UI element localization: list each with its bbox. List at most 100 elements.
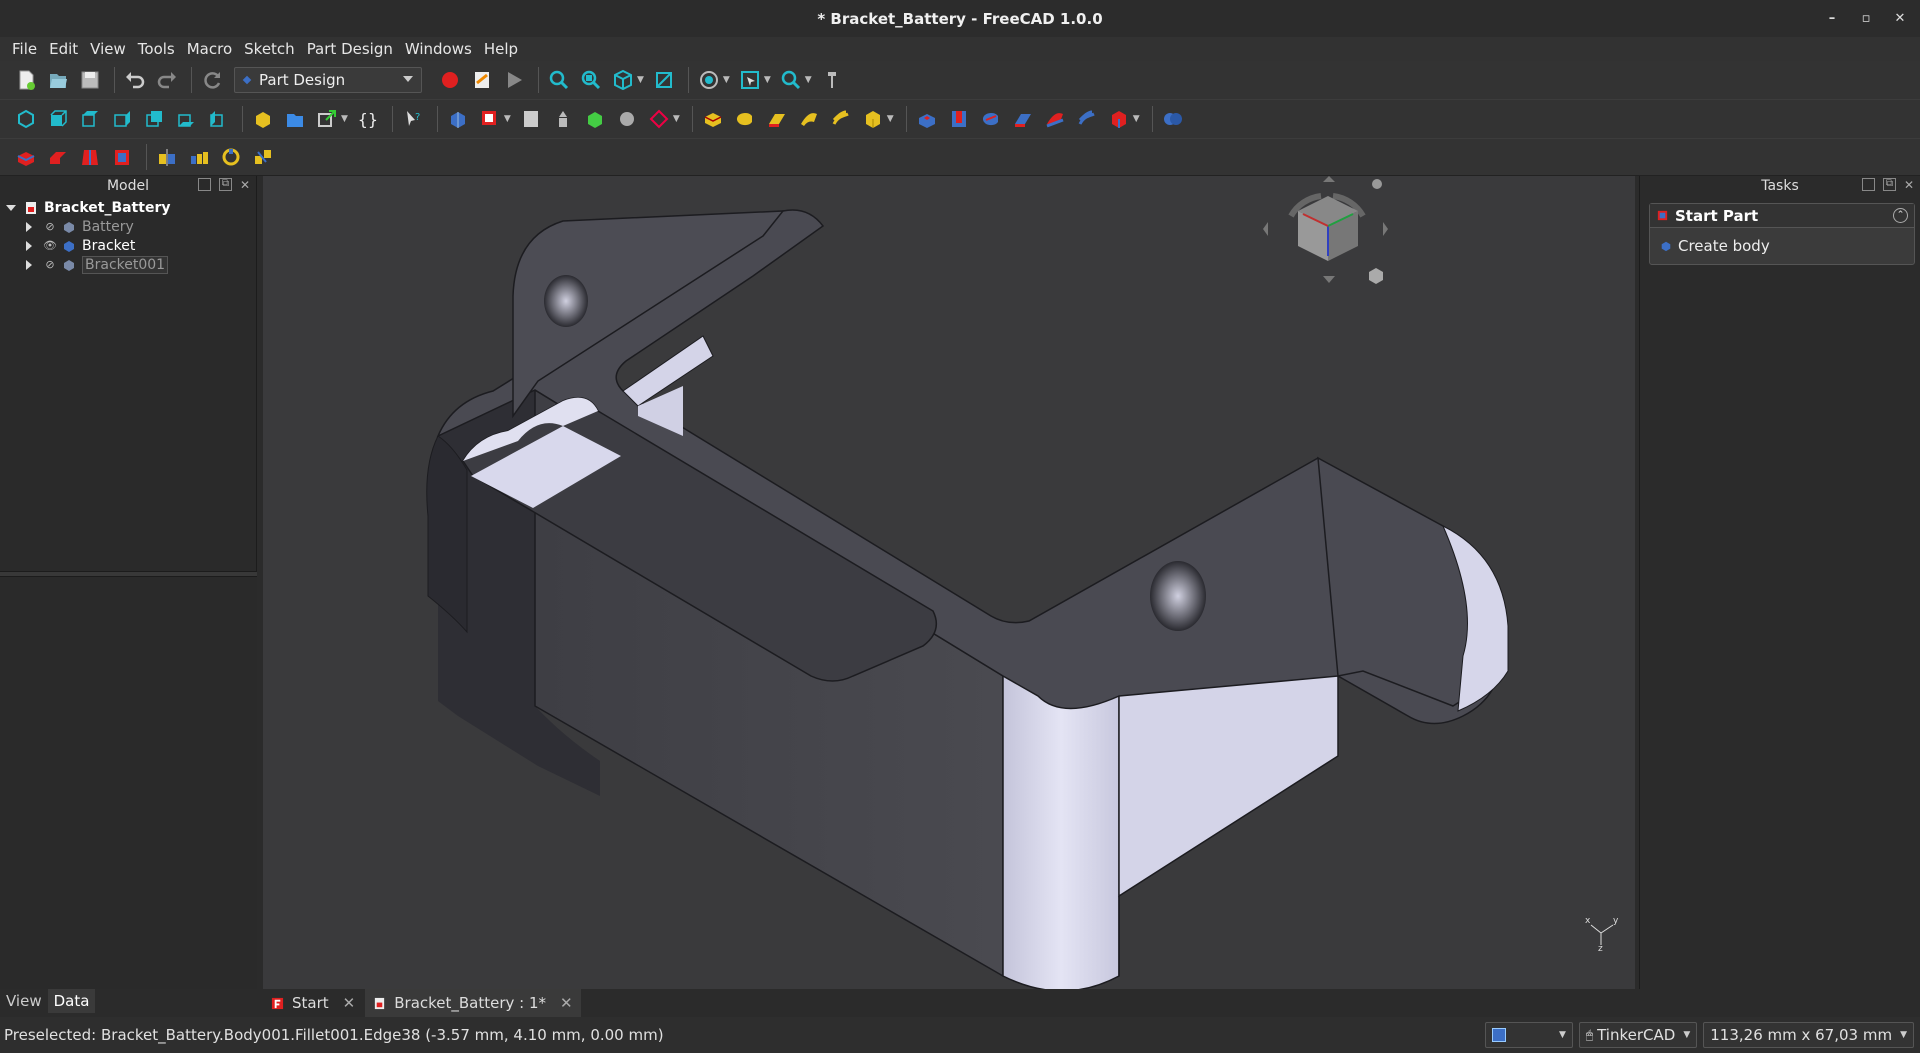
undo-icon[interactable] bbox=[121, 66, 149, 94]
collapse-icon[interactable]: ⌃ bbox=[1893, 208, 1908, 223]
whats-this-icon[interactable]: ? bbox=[399, 105, 427, 133]
menu-windows[interactable]: Windows bbox=[399, 37, 478, 61]
menu-macro[interactable]: Macro bbox=[181, 37, 238, 61]
thickness-icon[interactable] bbox=[108, 143, 136, 171]
validate-sketch-icon[interactable] bbox=[517, 105, 545, 133]
pad-icon[interactable] bbox=[699, 105, 727, 133]
redo-icon[interactable] bbox=[153, 66, 181, 94]
minimize-button[interactable]: – bbox=[1822, 8, 1842, 28]
menu-part-design[interactable]: Part Design bbox=[301, 37, 399, 61]
groove-icon[interactable] bbox=[977, 105, 1005, 133]
subtractive-helix-icon[interactable] bbox=[1073, 105, 1101, 133]
polar-pattern-icon[interactable] bbox=[217, 143, 245, 171]
3d-viewport[interactable]: x y z bbox=[263, 176, 1635, 989]
chevron-down-icon[interactable]: ▼ bbox=[723, 75, 730, 85]
maximize-button[interactable]: ▫ bbox=[1856, 8, 1876, 28]
draw-style-icon[interactable] bbox=[695, 66, 723, 94]
tab-view[interactable]: View bbox=[0, 989, 48, 1013]
chevron-down-icon[interactable]: ▼ bbox=[673, 114, 680, 124]
refresh-icon[interactable] bbox=[198, 66, 226, 94]
save-icon[interactable] bbox=[76, 66, 104, 94]
dock-toggle-icon[interactable] bbox=[1861, 178, 1875, 191]
expand-arrow-icon[interactable] bbox=[26, 221, 32, 232]
close-icon[interactable]: ✕ bbox=[240, 178, 250, 192]
create-sketch-icon[interactable] bbox=[476, 105, 504, 133]
datum-plane-icon[interactable] bbox=[645, 105, 673, 133]
additive-primitive-icon[interactable] bbox=[859, 105, 887, 133]
hole-icon[interactable] bbox=[945, 105, 973, 133]
close-button[interactable]: ✕ bbox=[1890, 8, 1910, 28]
boolean-icon[interactable] bbox=[1159, 105, 1187, 133]
bracket-model[interactable] bbox=[263, 176, 1635, 989]
close-icon[interactable]: ✕ bbox=[560, 994, 573, 1012]
subshape-binder-icon[interactable] bbox=[581, 105, 609, 133]
view-bottom-icon[interactable] bbox=[172, 105, 200, 133]
visibility-hidden-icon[interactable]: ⊘ bbox=[42, 258, 58, 271]
chevron-down-icon[interactable]: ▼ bbox=[637, 75, 644, 85]
draft-icon[interactable] bbox=[76, 143, 104, 171]
float-icon[interactable]: ⧉ bbox=[218, 178, 232, 191]
fit-all-icon[interactable] bbox=[545, 66, 573, 94]
float-icon[interactable]: ⧉ bbox=[1882, 178, 1896, 191]
menu-sketch[interactable]: Sketch bbox=[238, 37, 301, 61]
visibility-icon[interactable]: 👁 bbox=[42, 239, 58, 252]
view-left-icon[interactable] bbox=[204, 105, 232, 133]
visibility-hidden-icon[interactable]: ⊘ bbox=[42, 220, 58, 233]
record-macro-icon[interactable] bbox=[436, 66, 464, 94]
tab-bracket-battery[interactable]: Bracket_Battery : 1* ✕ bbox=[365, 989, 581, 1017]
create-part-icon[interactable] bbox=[249, 105, 277, 133]
isometric-view-icon[interactable] bbox=[609, 66, 637, 94]
workbench-selector[interactable]: Part Design bbox=[234, 67, 422, 93]
zoom-icon[interactable] bbox=[777, 66, 805, 94]
macros-icon[interactable] bbox=[468, 66, 496, 94]
dock-toggle-icon[interactable] bbox=[197, 178, 211, 191]
mirrored-icon[interactable] bbox=[153, 143, 181, 171]
execute-macro-icon[interactable] bbox=[500, 66, 528, 94]
expand-arrow-icon[interactable] bbox=[6, 204, 16, 211]
menu-edit[interactable]: Edit bbox=[43, 37, 84, 61]
expand-arrow-icon[interactable] bbox=[26, 240, 32, 251]
linear-pattern-icon[interactable] bbox=[185, 143, 213, 171]
tree-item-bracket001[interactable]: ⊘ Bracket001 bbox=[0, 255, 256, 274]
view-rear-icon[interactable] bbox=[140, 105, 168, 133]
color-selector[interactable]: ▼ bbox=[1484, 1022, 1573, 1048]
create-link-icon[interactable] bbox=[313, 105, 341, 133]
view-front-icon[interactable] bbox=[44, 105, 72, 133]
dimension-display[interactable]: 113,26 mm x 67,03 mm ▼ bbox=[1703, 1022, 1914, 1048]
create-group-icon[interactable] bbox=[281, 105, 309, 133]
tree-root[interactable]: Bracket_Battery bbox=[0, 198, 256, 217]
additive-helix-icon[interactable] bbox=[827, 105, 855, 133]
tree-item-bracket[interactable]: 👁 Bracket bbox=[0, 236, 256, 255]
expand-arrow-icon[interactable] bbox=[26, 259, 32, 270]
chevron-down-icon[interactable]: ▼ bbox=[764, 75, 771, 85]
chevron-down-icon[interactable]: ▼ bbox=[341, 114, 348, 124]
additive-loft-icon[interactable] bbox=[763, 105, 791, 133]
menu-help[interactable]: Help bbox=[478, 37, 524, 61]
revolution-icon[interactable] bbox=[731, 105, 759, 133]
chevron-down-icon[interactable]: ▼ bbox=[887, 114, 894, 124]
variable-set-icon[interactable]: {} bbox=[354, 105, 382, 133]
new-document-icon[interactable] bbox=[12, 66, 40, 94]
view-isometric-icon[interactable] bbox=[12, 105, 40, 133]
close-icon[interactable]: ✕ bbox=[1904, 178, 1914, 192]
navigation-cube[interactable] bbox=[1263, 176, 1393, 306]
view-right-icon[interactable] bbox=[108, 105, 136, 133]
bounding-box-icon[interactable] bbox=[650, 66, 678, 94]
subtractive-loft-icon[interactable] bbox=[1009, 105, 1037, 133]
pocket-icon[interactable] bbox=[913, 105, 941, 133]
menu-tools[interactable]: Tools bbox=[132, 37, 181, 61]
chevron-down-icon[interactable]: ▼ bbox=[504, 114, 511, 124]
subtractive-primitive-icon[interactable] bbox=[1105, 105, 1133, 133]
chevron-down-icon[interactable]: ▼ bbox=[805, 75, 812, 85]
tree-item-battery[interactable]: ⊘ Battery bbox=[0, 217, 256, 236]
additive-pipe-icon[interactable] bbox=[795, 105, 823, 133]
subtractive-pipe-icon[interactable] bbox=[1041, 105, 1069, 133]
selection-filter-icon[interactable] bbox=[736, 66, 764, 94]
measure-icon[interactable] bbox=[818, 66, 846, 94]
menu-file[interactable]: File bbox=[6, 37, 43, 61]
chamfer-icon[interactable] bbox=[44, 143, 72, 171]
create-body-button[interactable]: Create body bbox=[1650, 228, 1914, 264]
view-top-icon[interactable] bbox=[76, 105, 104, 133]
tab-start[interactable]: Start ✕ bbox=[263, 989, 363, 1017]
fillet-icon[interactable] bbox=[12, 143, 40, 171]
